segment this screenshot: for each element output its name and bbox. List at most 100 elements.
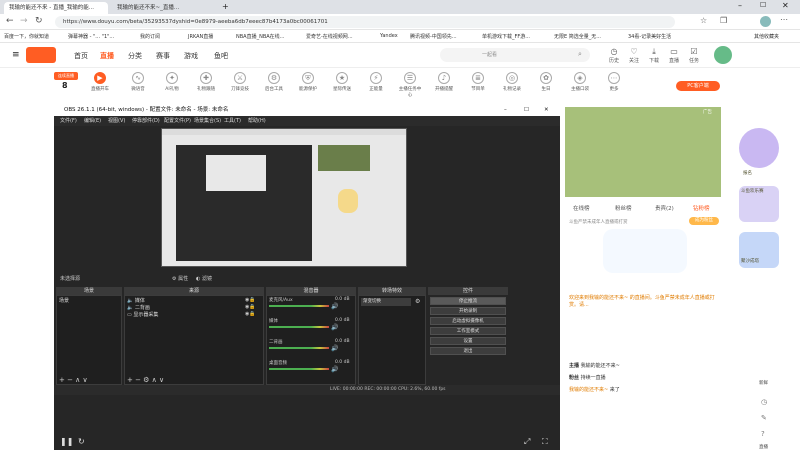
tool-item[interactable]: ▶ 直播开车 bbox=[88, 72, 112, 92]
bookmark-item[interactable]: JRKAN直播 bbox=[188, 33, 213, 40]
close-icon[interactable]: ✕ bbox=[782, 1, 789, 10]
profile-avatar[interactable] bbox=[760, 16, 771, 27]
bookmark-item[interactable]: 弹幕神器 - "... "1"... bbox=[68, 33, 114, 40]
site-logo[interactable] bbox=[26, 47, 56, 63]
source-item[interactable]: 🔈 媒体 bbox=[127, 297, 145, 304]
reload-icon[interactable]: ↻ bbox=[35, 16, 43, 26]
tool-item[interactable]: ◈ 主播口袋 bbox=[568, 72, 592, 92]
history-button[interactable]: ◷ 历史 bbox=[604, 47, 624, 64]
live-button[interactable]: ▭ 直播 bbox=[664, 47, 684, 64]
other-bookmarks[interactable]: 其他收藏夹 bbox=[754, 33, 779, 40]
more-icon[interactable]: ⋯ bbox=[780, 15, 788, 24]
tool-item[interactable]: ◎ 礼物记录 bbox=[500, 72, 524, 92]
obs-menu-tools[interactable]: 工具(T) bbox=[224, 116, 241, 126]
tab-online-rank[interactable]: 在线榜 bbox=[573, 204, 590, 212]
virtual-camera-button[interactable]: 启动虚拟摄像机 bbox=[430, 317, 506, 325]
task-button[interactable]: ☑ 任务 bbox=[684, 47, 704, 64]
source-controls[interactable]: + − ⚙ ∧ ∨ bbox=[127, 376, 164, 384]
nav-category[interactable]: 分类 bbox=[128, 51, 142, 61]
obs-menu-view[interactable]: 视图(V) bbox=[108, 116, 125, 126]
tool-item[interactable]: ✿ 生日 bbox=[534, 72, 558, 92]
tool-item[interactable]: ⛨ 能源保护 bbox=[296, 72, 320, 92]
nav-events[interactable]: 赛事 bbox=[156, 51, 170, 61]
follow-button[interactable]: ♡ 关注 bbox=[624, 47, 644, 64]
tool-item[interactable]: ✚ 礼物跟随 bbox=[194, 72, 218, 92]
obs-close-icon[interactable]: ✕ bbox=[544, 105, 549, 116]
bookmark-item[interactable]: Yandex bbox=[380, 33, 398, 39]
address-bar[interactable]: https://www.douyu.com/beta/35293537dyshi… bbox=[55, 16, 675, 28]
nav-fishbar[interactable]: 鱼吧 bbox=[214, 51, 228, 61]
maximize-icon[interactable]: ☐ bbox=[760, 1, 766, 9]
transition-settings-icon[interactable]: ⚙ bbox=[415, 298, 420, 305]
mute-icon[interactable]: 🔊 bbox=[331, 366, 338, 373]
tab-fan-rank[interactable]: 粉丝榜 bbox=[615, 204, 632, 212]
download-button[interactable]: ⤓ 下载 bbox=[644, 47, 664, 64]
tool-item[interactable]: ≣ 节目单 bbox=[466, 72, 490, 92]
service-icon[interactable]: ◷ bbox=[761, 398, 767, 406]
start-recording-button[interactable]: 开始录制 bbox=[430, 307, 506, 315]
tool-item[interactable]: ⋯ 更多 bbox=[602, 72, 626, 92]
tab-vip[interactable]: 贵宾(2) bbox=[655, 204, 674, 212]
bookmark-item[interactable]: 爱奇艺-在线视频网... bbox=[306, 33, 353, 40]
nav-home[interactable]: 首页 bbox=[74, 51, 88, 61]
help-icon[interactable]: ? bbox=[761, 430, 765, 438]
nav-games[interactable]: 游戏 bbox=[184, 51, 198, 61]
pause-icon[interactable]: ❚❚ bbox=[60, 437, 73, 446]
browser-tab-1[interactable]: 我输的能还不来 - 直播_我输的能... bbox=[4, 2, 108, 14]
source-item[interactable]: ▭ 显示器采集 bbox=[127, 311, 158, 318]
obs-menu-file[interactable]: 文件(F) bbox=[60, 116, 77, 126]
become-fan-button[interactable]: 成为粉丝 bbox=[689, 217, 719, 225]
tool-item[interactable]: ⚡ 正能量 bbox=[364, 72, 388, 92]
mute-icon[interactable]: 🔊 bbox=[331, 324, 338, 331]
browser-tab-2[interactable]: 我输的能还不来~_直播... bbox=[112, 2, 216, 14]
obs-minimize-icon[interactable]: – bbox=[504, 105, 507, 116]
menu-icon[interactable]: ≡ bbox=[12, 50, 20, 60]
bookmark-item[interactable]: 单机游戏下载_FF游... bbox=[482, 33, 530, 40]
properties-button[interactable]: ⚙ 属性 bbox=[172, 275, 188, 282]
tab-diamond-rank[interactable]: 钻粉榜 bbox=[693, 204, 710, 212]
new-tab-icon[interactable]: + bbox=[222, 2, 229, 11]
tool-item[interactable]: ✦ AI礼物 bbox=[160, 72, 184, 92]
settings-button[interactable]: 设置 bbox=[430, 337, 506, 345]
forward-icon[interactable]: → bbox=[20, 16, 28, 26]
refresh-icon[interactable]: ↻ bbox=[78, 437, 85, 446]
tool-item[interactable]: ⚔ 刀锋竞技 bbox=[228, 72, 252, 92]
fullscreen-window-icon[interactable]: ⤢ bbox=[524, 437, 530, 447]
sidebar-label[interactable]: 直播 bbox=[759, 444, 768, 450]
search-input[interactable]: 一起看 bbox=[440, 48, 590, 62]
visibility-icon[interactable]: ◉🔒 ◉🔒 ◉🔒 bbox=[245, 297, 256, 318]
exit-button[interactable]: 退出 bbox=[430, 347, 506, 355]
tool-item[interactable]: ♪ 开播提醒 bbox=[432, 72, 456, 92]
mute-icon[interactable]: 🔊 bbox=[331, 303, 338, 310]
obs-preview[interactable] bbox=[161, 128, 407, 267]
stop-streaming-button[interactable]: 停止推流 bbox=[430, 297, 506, 305]
mute-icon[interactable]: 🔊 bbox=[331, 345, 338, 352]
back-icon[interactable]: ← bbox=[6, 16, 14, 26]
bookmark-item[interactable]: 我的订阅 bbox=[140, 33, 160, 40]
bookmark-item[interactable]: 无限E 简选全量_无... bbox=[554, 33, 601, 40]
minimize-icon[interactable]: – bbox=[738, 1, 742, 10]
obs-maximize-icon[interactable]: ☐ bbox=[524, 105, 529, 116]
bookmark-item[interactable]: 百度一下，你就知道 bbox=[4, 33, 49, 40]
tool-item[interactable]: ⚙ 后台工具 bbox=[262, 72, 286, 92]
nav-live[interactable]: 直播 bbox=[100, 51, 114, 61]
filters-button[interactable]: ◐ 滤镜 bbox=[196, 275, 212, 282]
obs-menu-docks[interactable]: 停靠部件(D) bbox=[132, 116, 160, 126]
bookmark-item[interactable]: NBA直播_NBA在线... bbox=[236, 33, 284, 40]
game-ad-banner[interactable] bbox=[565, 107, 721, 197]
obs-menu-help[interactable]: 帮助(H) bbox=[248, 116, 266, 126]
feedback-icon[interactable]: ✎ bbox=[761, 414, 767, 422]
obs-menu-profile[interactable]: 配置文件(P) bbox=[164, 116, 191, 126]
source-item[interactable]: 🔈 二背画 bbox=[127, 304, 150, 311]
bookmark-item[interactable]: 34看-记录美好生活 bbox=[628, 33, 671, 40]
pc-client-button[interactable]: PC客户端 bbox=[676, 81, 720, 91]
user-avatar[interactable] bbox=[714, 46, 732, 64]
scene-controls[interactable]: + − ∧ ∨ bbox=[59, 376, 88, 384]
bookmark-item[interactable]: 腾讯视频-中国领先... bbox=[410, 33, 457, 40]
promo-badge[interactable] bbox=[739, 128, 779, 168]
transition-select[interactable]: 渐变切换 bbox=[361, 298, 411, 306]
collections-icon[interactable]: ❒ bbox=[720, 16, 727, 25]
tool-item[interactable]: ★ 星际传送 bbox=[330, 72, 354, 92]
obs-menu-edit[interactable]: 编辑(E) bbox=[84, 116, 101, 126]
studio-mode-button[interactable]: 工作室模式 bbox=[430, 327, 506, 335]
